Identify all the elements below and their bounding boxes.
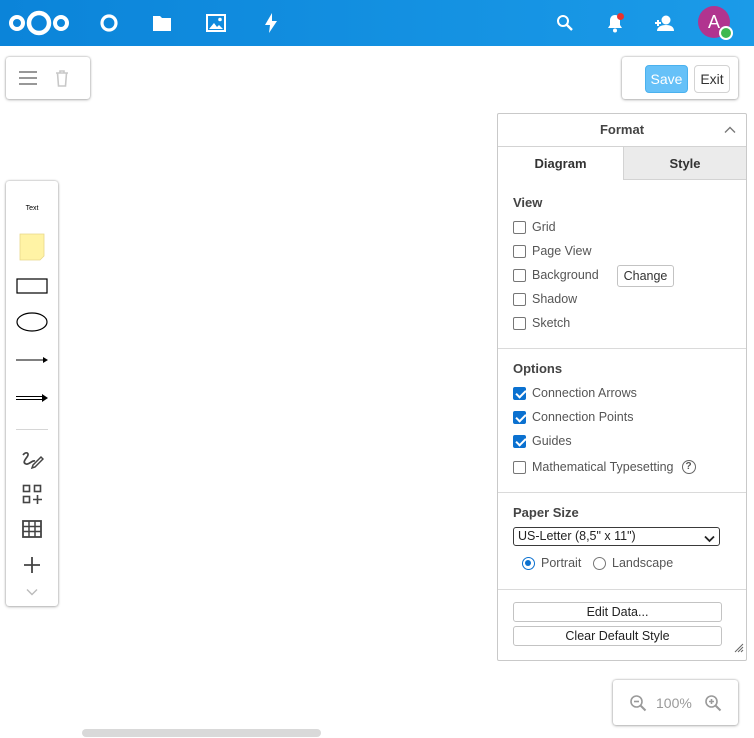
sticky-note-shape[interactable] — [6, 231, 58, 263]
exit-button[interactable]: Exit — [694, 65, 730, 93]
portrait-radio[interactable] — [522, 556, 535, 570]
grid-label: Grid — [532, 220, 556, 234]
section-divider — [498, 589, 746, 590]
math-typesetting-label: Mathematical Typesetting — [532, 460, 674, 474]
shadow-option[interactable]: Shadow — [513, 292, 577, 306]
nextcloud-logo-icon[interactable] — [8, 9, 70, 37]
shadow-label: Shadow — [532, 292, 578, 306]
search-icon[interactable] — [554, 12, 576, 34]
connection-arrows-option[interactable]: Connection Arrows — [513, 386, 637, 400]
sketch-label: Sketch — [532, 316, 571, 330]
background-label: Background — [532, 268, 599, 282]
paper-size-value: US-Letter (8,5" x 11") — [518, 529, 636, 543]
math-typesetting-option[interactable]: Mathematical Typesetting ? — [513, 460, 696, 474]
page-view-checkbox[interactable] — [513, 244, 526, 258]
connection-points-checkbox[interactable] — [513, 410, 526, 424]
clear-default-style-button[interactable]: Clear Default Style — [513, 626, 722, 646]
shadow-checkbox[interactable] — [513, 292, 526, 306]
top-left-toolbar — [6, 57, 90, 99]
landscape-label: Landscape — [612, 556, 674, 570]
freehand-icon[interactable] — [6, 449, 58, 471]
guides-checkbox[interactable] — [513, 434, 526, 448]
save-exit-toolbar: Save Exit — [622, 57, 738, 99]
guides-label: Guides — [532, 434, 572, 448]
tab-diagram[interactable]: Diagram — [498, 146, 624, 180]
files-icon[interactable] — [151, 12, 173, 34]
resize-grip-icon[interactable] — [734, 640, 744, 658]
connection-points-label: Connection Points — [532, 410, 634, 424]
text-shape[interactable]: Text — [6, 200, 58, 216]
help-icon[interactable]: ? — [681, 460, 696, 474]
double-arrow-shape[interactable] — [6, 391, 58, 405]
table-icon[interactable] — [6, 518, 58, 540]
user-status-indicator — [719, 26, 733, 40]
zoom-out-icon[interactable] — [628, 693, 648, 713]
view-section-title: View — [513, 195, 543, 210]
contacts-icon[interactable] — [653, 12, 675, 34]
plus-icon[interactable] — [6, 554, 58, 576]
shapes-sidebar: Text — [6, 181, 58, 606]
page-view-option[interactable]: Page View — [513, 244, 592, 258]
grid-option[interactable]: Grid — [513, 220, 556, 234]
change-background-button[interactable]: Change — [617, 265, 674, 287]
line-arrow-shape[interactable] — [6, 353, 58, 367]
chevron-down-icon[interactable] — [6, 585, 58, 599]
save-button[interactable]: Save — [645, 65, 688, 93]
connection-arrows-label: Connection Arrows — [532, 386, 637, 400]
paper-size-section-title: Paper Size — [513, 505, 579, 520]
connection-points-option[interactable]: Connection Points — [513, 410, 633, 424]
chevron-down-icon — [704, 531, 715, 548]
math-typesetting-checkbox[interactable] — [513, 460, 526, 474]
section-divider — [498, 492, 746, 493]
options-section-title: Options — [513, 361, 563, 376]
menu-icon[interactable] — [18, 69, 38, 87]
sketch-checkbox[interactable] — [513, 316, 526, 330]
paper-size-select[interactable]: US-Letter (8,5" x 11") — [513, 527, 720, 546]
format-panel: Format Diagram Style View Grid Page View… — [497, 113, 747, 661]
edit-data-button[interactable]: Edit Data... — [513, 602, 722, 622]
notification-dot — [617, 13, 624, 20]
zoom-controls: 100% — [613, 680, 738, 725]
guides-option[interactable]: Guides — [513, 434, 572, 448]
tab-style[interactable]: Style — [624, 146, 746, 180]
background-option[interactable]: Background — [513, 268, 599, 282]
rectangle-shape[interactable] — [6, 276, 58, 296]
zoom-in-icon[interactable] — [703, 693, 723, 713]
text-shape-label: Text — [25, 204, 39, 212]
connection-arrows-checkbox[interactable] — [513, 386, 526, 400]
photos-icon[interactable] — [205, 12, 227, 34]
dashboard-icon[interactable] — [98, 12, 120, 34]
ellipse-shape[interactable] — [6, 311, 58, 333]
landscape-radio[interactable] — [593, 556, 606, 570]
activity-icon[interactable] — [260, 12, 282, 34]
sketch-option[interactable]: Sketch — [513, 316, 570, 330]
grid-checkbox[interactable] — [513, 220, 526, 234]
zoom-level[interactable]: 100% — [656, 695, 692, 711]
add-shapes-icon[interactable] — [6, 483, 58, 505]
portrait-option[interactable]: Portrait — [522, 556, 581, 570]
landscape-option[interactable]: Landscape — [593, 556, 673, 570]
format-panel-title: Format — [599, 122, 645, 137]
horizontal-scrollbar[interactable] — [82, 729, 321, 737]
collapse-chevron-icon[interactable] — [724, 121, 736, 139]
section-divider — [498, 348, 746, 349]
trash-icon[interactable] — [53, 68, 71, 88]
background-checkbox[interactable] — [513, 268, 526, 282]
page-view-label: Page View — [532, 244, 592, 258]
shapes-divider — [16, 429, 48, 430]
top-navigation-bar: A — [0, 0, 754, 46]
portrait-label: Portrait — [541, 556, 582, 570]
